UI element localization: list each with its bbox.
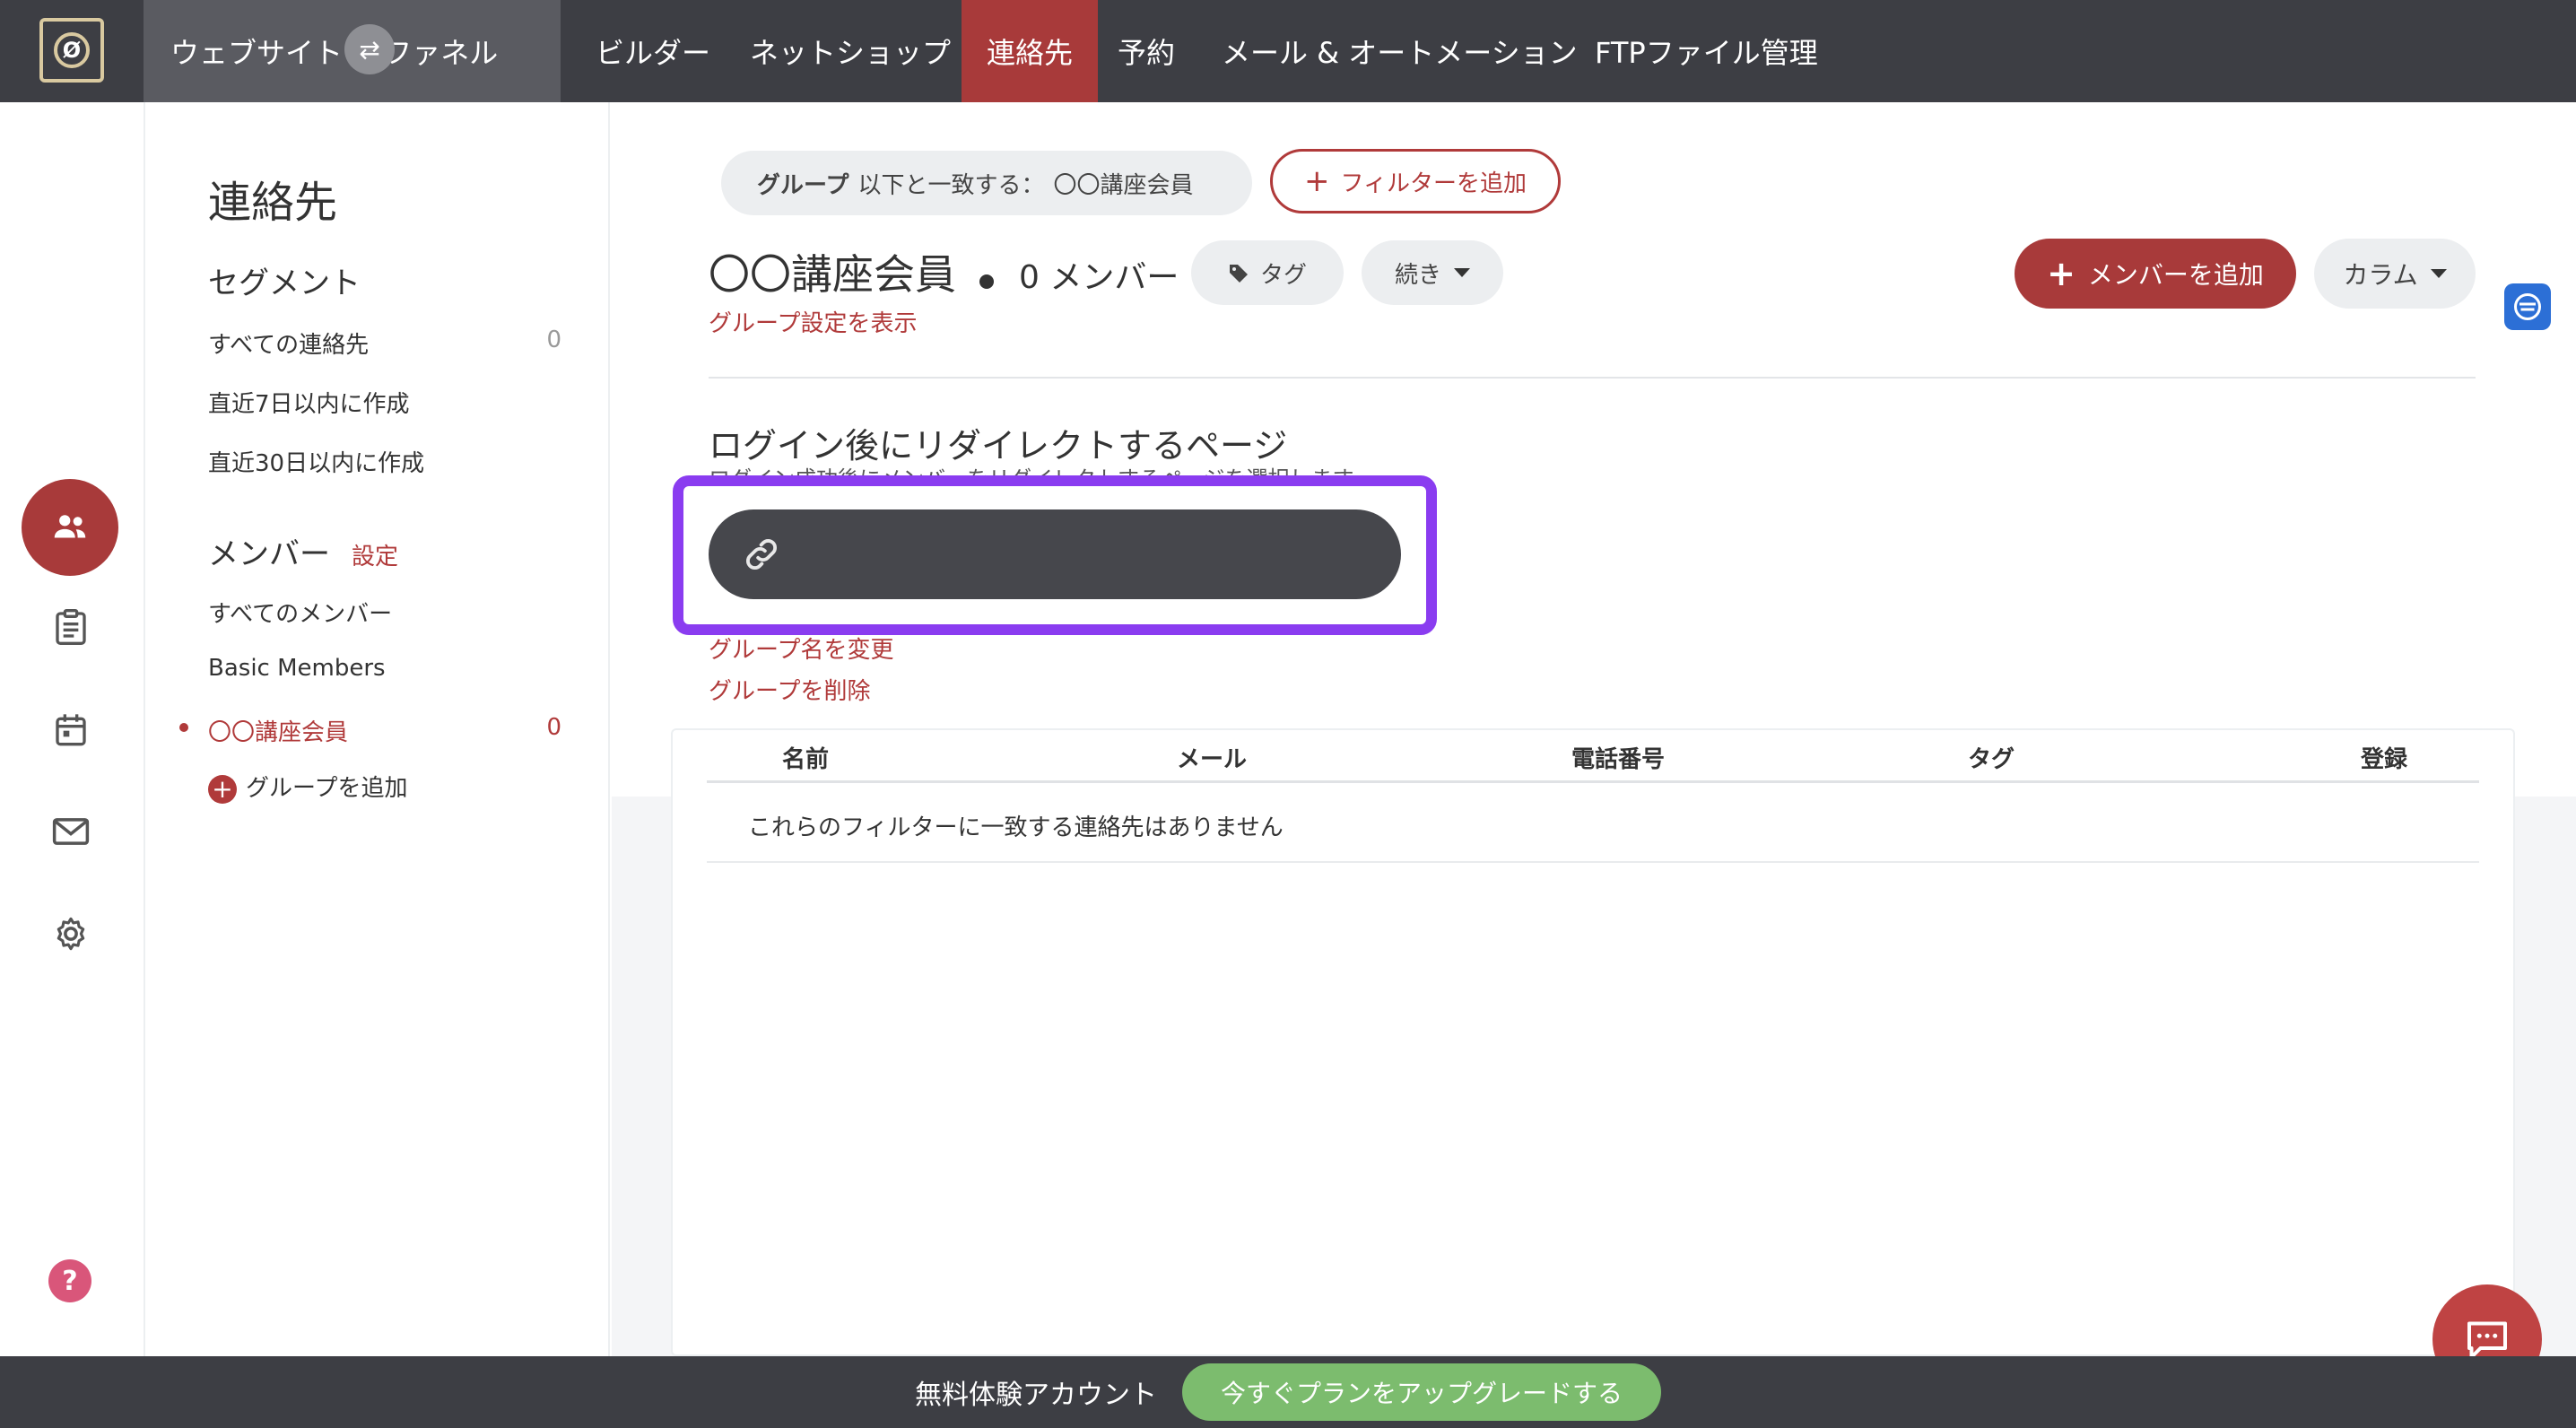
nav-item-contacts[interactable]: 連絡先	[962, 0, 1099, 102]
column-header-registration[interactable]: 登録	[2361, 741, 2407, 774]
segment-all-contacts[interactable]: すべての連絡先	[208, 327, 369, 360]
separator-dot	[979, 274, 994, 289]
filter-key: グループ	[757, 171, 849, 199]
swap-icon[interactable]: ⇄	[344, 24, 395, 74]
chevron-down-icon	[2430, 269, 2447, 278]
group-settings-link[interactable]: グループ設定を表示	[709, 305, 917, 338]
column-dropdown[interactable]: カラム	[2314, 239, 2476, 309]
contacts-icon[interactable]	[22, 479, 118, 576]
clipboard-icon[interactable]	[47, 603, 95, 651]
translate-extension-icon[interactable]	[2504, 283, 2551, 330]
table-row-divider	[707, 861, 2479, 863]
segment-all-contacts-count: 0	[546, 327, 561, 353]
plus-icon: +	[208, 774, 237, 804]
add-group-label: グループを追加	[246, 775, 408, 802]
members-settings-link[interactable]: 設定	[352, 544, 398, 570]
redirect-url-input[interactable]	[709, 509, 1401, 599]
sidebar-title: 連絡先	[208, 178, 338, 228]
members-heading-label: メンバー	[208, 536, 330, 572]
nav-item-mail-automation[interactable]: メール & オートメーション	[1197, 0, 1603, 102]
group-title: 〇〇講座会員	[709, 250, 956, 299]
contacts-sidebar: 連絡先 セグメント すべての連絡先 0 直近7日以内に作成 直近30日以内に作成…	[144, 102, 610, 1358]
add-group-button[interactable]: + グループを追加	[208, 770, 407, 804]
plus-icon: +	[1304, 163, 1330, 199]
column-header-name[interactable]: 名前	[782, 741, 829, 774]
logo-mark-icon: Ø	[54, 32, 90, 68]
table-header-divider	[707, 780, 2479, 783]
segments-heading: セグメント	[208, 266, 361, 301]
plus-icon: +	[2047, 254, 2076, 293]
upgrade-plan-button[interactable]: 今すぐプランをアップグレードする	[1182, 1363, 1661, 1421]
more-dropdown[interactable]: 続き	[1362, 240, 1503, 305]
nav-item-builder[interactable]: ビルダー	[570, 0, 735, 102]
redirect-title: ログイン後にリダイレクトするページ	[709, 426, 1288, 466]
add-filter-button[interactable]: + フィルターを追加	[1270, 149, 1561, 213]
tag-icon	[1229, 265, 1248, 283]
column-header-tag[interactable]: タグ	[1968, 741, 2015, 774]
filter-condition: 以下と一致する：	[857, 171, 1045, 199]
column-label: カラム	[2343, 260, 2418, 290]
add-member-label: メンバーを追加	[2087, 260, 2264, 290]
gear-icon[interactable]	[47, 910, 95, 958]
column-header-phone[interactable]: 電話番号	[1571, 741, 1665, 774]
nav-item-ftp[interactable]: FTPファイル管理	[1570, 0, 1843, 102]
calendar-icon[interactable]	[47, 705, 95, 753]
filter-value: 〇〇講座会員	[1053, 171, 1194, 199]
segment-last-30-days[interactable]: 直近30日以内に作成	[208, 445, 424, 478]
top-nav: Ø ウェブサイト & ファネル ⇄ ビルダー ネットショップ 連絡先 予約 メー…	[0, 0, 2576, 102]
member-count: 0 メンバー	[1019, 259, 1179, 296]
nav-item-booking[interactable]: 予約	[1092, 0, 1200, 102]
selected-dot	[179, 723, 188, 732]
members-heading: メンバー 設定	[208, 529, 398, 573]
link-icon	[746, 539, 777, 570]
mail-icon[interactable]	[47, 807, 95, 856]
nav-item-shop[interactable]: ネットショップ	[725, 0, 976, 102]
chevron-down-icon	[1454, 268, 1470, 277]
rename-group-link[interactable]: グループ名を変更	[709, 631, 893, 665]
segment-last-7-days[interactable]: 直近7日以内に作成	[208, 386, 410, 419]
member-all[interactable]: すべてのメンバー	[208, 596, 392, 629]
table-empty-message: これらのフィルターに一致する連絡先はありません	[748, 814, 1284, 841]
trial-account-label: 無料体験アカウント	[915, 1380, 1157, 1411]
add-filter-label: フィルターを追加	[1340, 170, 1527, 197]
member-basic[interactable]: Basic Members	[208, 655, 386, 682]
member-group-count: 0	[546, 714, 561, 741]
member-group-selected[interactable]: 〇〇講座会員	[208, 714, 348, 747]
app-logo[interactable]: Ø	[39, 18, 104, 83]
tag-label: タグ	[1259, 261, 1307, 289]
section-divider	[709, 377, 2476, 379]
add-member-button[interactable]: + メンバーを追加	[2015, 239, 2296, 309]
more-label: 続き	[1394, 261, 1441, 289]
group-filter-chip[interactable]: グループ 以下と一致する： 〇〇講座会員	[721, 151, 1252, 215]
delete-group-link[interactable]: グループを削除	[709, 673, 870, 706]
nav-website-label: ウェブサイト & ファネル	[170, 36, 499, 70]
help-icon[interactable]: ?	[48, 1259, 91, 1302]
column-header-email[interactable]: メール	[1177, 741, 1247, 774]
tag-button[interactable]: タグ	[1191, 240, 1344, 305]
